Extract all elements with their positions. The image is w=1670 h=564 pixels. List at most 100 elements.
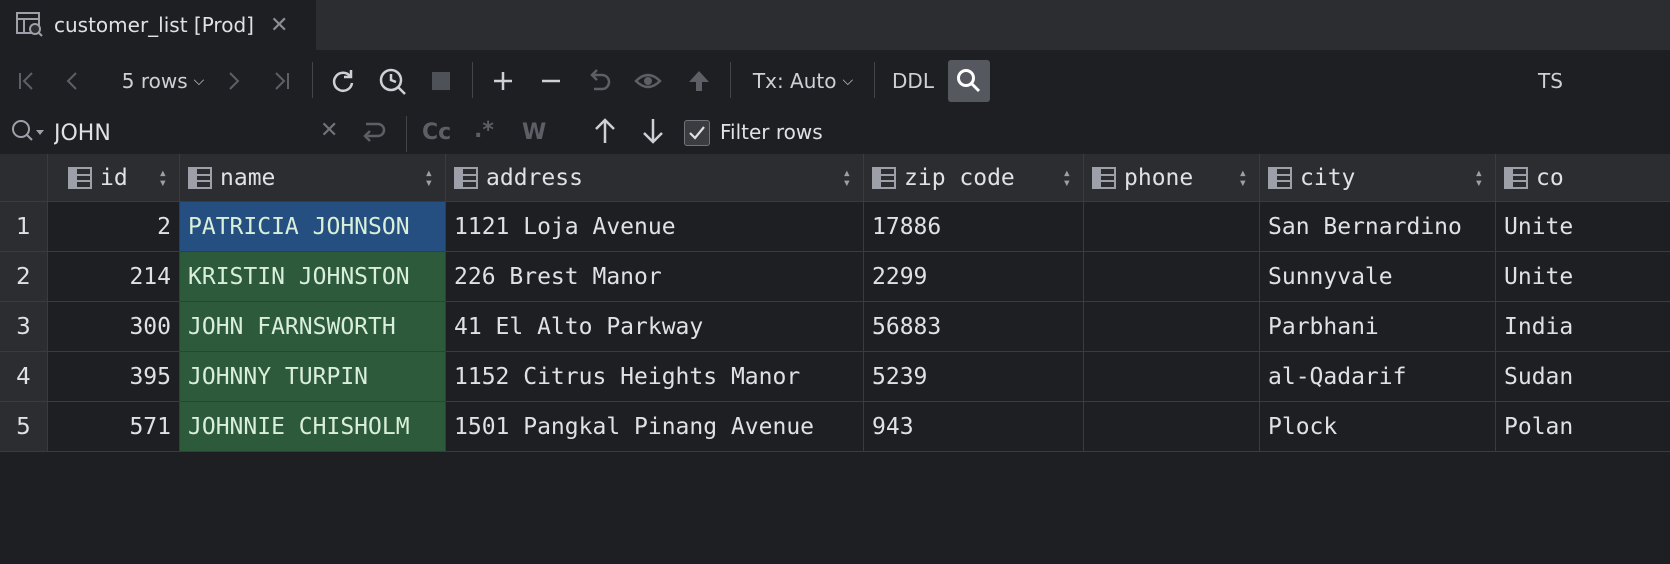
table-row[interactable]: 2 214 KRISTIN JOHNSTON 226 Brest Manor 2… bbox=[0, 252, 1670, 302]
delete-row-icon[interactable] bbox=[536, 54, 566, 108]
column-header-id[interactable]: id ▴ ▾ bbox=[48, 154, 180, 202]
sort-icon[interactable]: ▴ ▾ bbox=[843, 166, 851, 190]
table-row[interactable]: 4 395 JOHNNY TURPIN 1152 Citrus Heights … bbox=[0, 352, 1670, 402]
add-row-icon[interactable] bbox=[488, 54, 518, 108]
previous-page-icon[interactable] bbox=[58, 54, 88, 108]
column-header-label: address bbox=[486, 164, 583, 191]
tab-customer-list[interactable]: customer_list [Prod] ✕ bbox=[0, 0, 316, 50]
filter-rows-checkbox[interactable] bbox=[684, 120, 710, 146]
cell-phone[interactable] bbox=[1084, 202, 1260, 252]
column-icon bbox=[188, 166, 212, 189]
whole-words-button[interactable]: W bbox=[522, 120, 546, 145]
cell-address[interactable]: 1152 Citrus Heights Manor bbox=[446, 352, 864, 402]
column-header-address[interactable]: address ▴ ▾ bbox=[446, 154, 864, 202]
stop-icon[interactable] bbox=[426, 54, 456, 108]
column-header-city[interactable]: city ▴ ▾ bbox=[1260, 154, 1496, 202]
column-header-label: co bbox=[1536, 164, 1564, 191]
preview-changes-icon[interactable] bbox=[632, 54, 666, 108]
cell-address[interactable]: 1121 Loja Avenue bbox=[446, 202, 864, 252]
cell-id[interactable]: 395 bbox=[48, 352, 180, 402]
cell-country[interactable]: Unite bbox=[1496, 202, 1670, 252]
column-header-name[interactable]: name ▴ ▾ bbox=[180, 154, 446, 202]
row-number[interactable]: 2 bbox=[0, 252, 48, 302]
match-case-button[interactable]: Cc bbox=[422, 120, 451, 145]
table-row[interactable]: 5 571 JOHNNIE CHISHOLM 1501 Pangkal Pina… bbox=[0, 402, 1670, 452]
cell-id[interactable]: 2 bbox=[48, 202, 180, 252]
search-options-icon[interactable] bbox=[10, 118, 46, 150]
cell-phone[interactable] bbox=[1084, 302, 1260, 352]
close-icon[interactable]: ✕ bbox=[270, 13, 288, 38]
cell-address[interactable]: 41 El Alto Parkway bbox=[446, 302, 864, 352]
sort-icon[interactable]: ▴ ▾ bbox=[1239, 166, 1247, 190]
cell-name[interactable]: JOHN FARNSWORTH bbox=[180, 302, 446, 352]
cell-city[interactable]: Parbhani bbox=[1260, 302, 1496, 352]
cell-zip-code[interactable]: 56883 bbox=[864, 302, 1084, 352]
cell-phone[interactable] bbox=[1084, 352, 1260, 402]
new-line-icon[interactable] bbox=[360, 120, 388, 150]
header-row: id ▴ ▾ name ▴ ▾ address ▴ ▾ zip code ▴ ▾ pho… bbox=[0, 154, 1670, 202]
cell-name[interactable]: JOHNNIE CHISHOLM bbox=[180, 402, 446, 452]
clear-search-icon[interactable]: ✕ bbox=[320, 118, 338, 143]
regex-button[interactable]: .* bbox=[474, 118, 494, 143]
next-page-icon[interactable] bbox=[218, 54, 248, 108]
cell-city[interactable]: Sunnyvale bbox=[1260, 252, 1496, 302]
cell-phone[interactable] bbox=[1084, 252, 1260, 302]
cell-address[interactable]: 226 Brest Manor bbox=[446, 252, 864, 302]
cell-id[interactable]: 300 bbox=[48, 302, 180, 352]
search-input[interactable] bbox=[52, 114, 316, 152]
cell-zip-code[interactable]: 5239 bbox=[864, 352, 1084, 402]
rows-dropdown[interactable]: 5 rows ⌵ bbox=[108, 54, 218, 108]
cell-country[interactable]: Unite bbox=[1496, 252, 1670, 302]
transaction-mode-dropdown[interactable]: Tx: Auto ⌵ bbox=[746, 54, 860, 108]
cell-address[interactable]: 1501 Pangkal Pinang Avenue bbox=[446, 402, 864, 452]
cell-country[interactable]: Polan bbox=[1496, 402, 1670, 452]
column-header-label: phone bbox=[1124, 164, 1194, 191]
first-page-icon[interactable] bbox=[12, 54, 42, 108]
sort-icon[interactable]: ▴ ▾ bbox=[425, 166, 433, 190]
cell-city[interactable]: San Bernardino bbox=[1260, 202, 1496, 252]
row-number[interactable]: 5 bbox=[0, 402, 48, 452]
cell-name[interactable]: PATRICIA JOHNSON bbox=[180, 202, 446, 252]
cell-name[interactable]: KRISTIN JOHNSTON bbox=[180, 252, 446, 302]
table-row[interactable]: 1 2 PATRICIA JOHNSON 1121 Loja Avenue 17… bbox=[0, 202, 1670, 252]
corner-cell bbox=[0, 154, 48, 202]
cell-id[interactable]: 571 bbox=[48, 402, 180, 452]
cell-country[interactable]: India bbox=[1496, 302, 1670, 352]
ddl-button[interactable]: DDL bbox=[886, 54, 940, 108]
column-header-phone[interactable]: phone ▴ ▾ bbox=[1084, 154, 1260, 202]
revert-icon[interactable] bbox=[584, 54, 614, 108]
cell-city[interactable]: al-Qadarif bbox=[1260, 352, 1496, 402]
cell-zip-code[interactable]: 17886 bbox=[864, 202, 1084, 252]
cell-city[interactable]: Plock bbox=[1260, 402, 1496, 452]
filter-rows-label: Filter rows bbox=[720, 120, 823, 144]
history-icon[interactable] bbox=[376, 54, 410, 108]
table-row[interactable]: 3 300 JOHN FARNSWORTH 41 El Alto Parkway… bbox=[0, 302, 1670, 352]
submit-icon[interactable] bbox=[684, 54, 714, 108]
tab-title: customer_list [Prod] bbox=[54, 13, 254, 37]
cell-name[interactable]: JOHNNY TURPIN bbox=[180, 352, 446, 402]
column-header-zip-code[interactable]: zip code ▴ ▾ bbox=[864, 154, 1084, 202]
ts-button[interactable]: TS bbox=[1538, 54, 1578, 108]
cell-id[interactable]: 214 bbox=[48, 252, 180, 302]
find-toggle-button[interactable] bbox=[948, 60, 990, 102]
sort-icon[interactable]: ▴ ▾ bbox=[1063, 166, 1071, 190]
row-number[interactable]: 1 bbox=[0, 202, 48, 252]
next-occurrence-icon[interactable] bbox=[640, 116, 666, 150]
refresh-icon[interactable] bbox=[328, 54, 358, 108]
cell-zip-code[interactable]: 943 bbox=[864, 402, 1084, 452]
previous-occurrence-icon[interactable] bbox=[592, 116, 618, 150]
column-icon bbox=[872, 166, 896, 189]
last-page-icon[interactable] bbox=[266, 54, 296, 108]
column-icon bbox=[68, 166, 92, 189]
sort-icon[interactable]: ▴ ▾ bbox=[159, 166, 167, 190]
row-number[interactable]: 3 bbox=[0, 302, 48, 352]
cell-phone[interactable] bbox=[1084, 402, 1260, 452]
sort-icon[interactable]: ▴ ▾ bbox=[1475, 166, 1483, 190]
column-header-label: city bbox=[1300, 164, 1356, 191]
cell-zip-code[interactable]: 2299 bbox=[864, 252, 1084, 302]
row-number[interactable]: 4 bbox=[0, 352, 48, 402]
cell-country[interactable]: Sudan bbox=[1496, 352, 1670, 402]
ddl-label: DDL bbox=[892, 69, 934, 93]
column-header-country[interactable]: co bbox=[1496, 154, 1670, 202]
column-header-label: name bbox=[220, 164, 276, 191]
